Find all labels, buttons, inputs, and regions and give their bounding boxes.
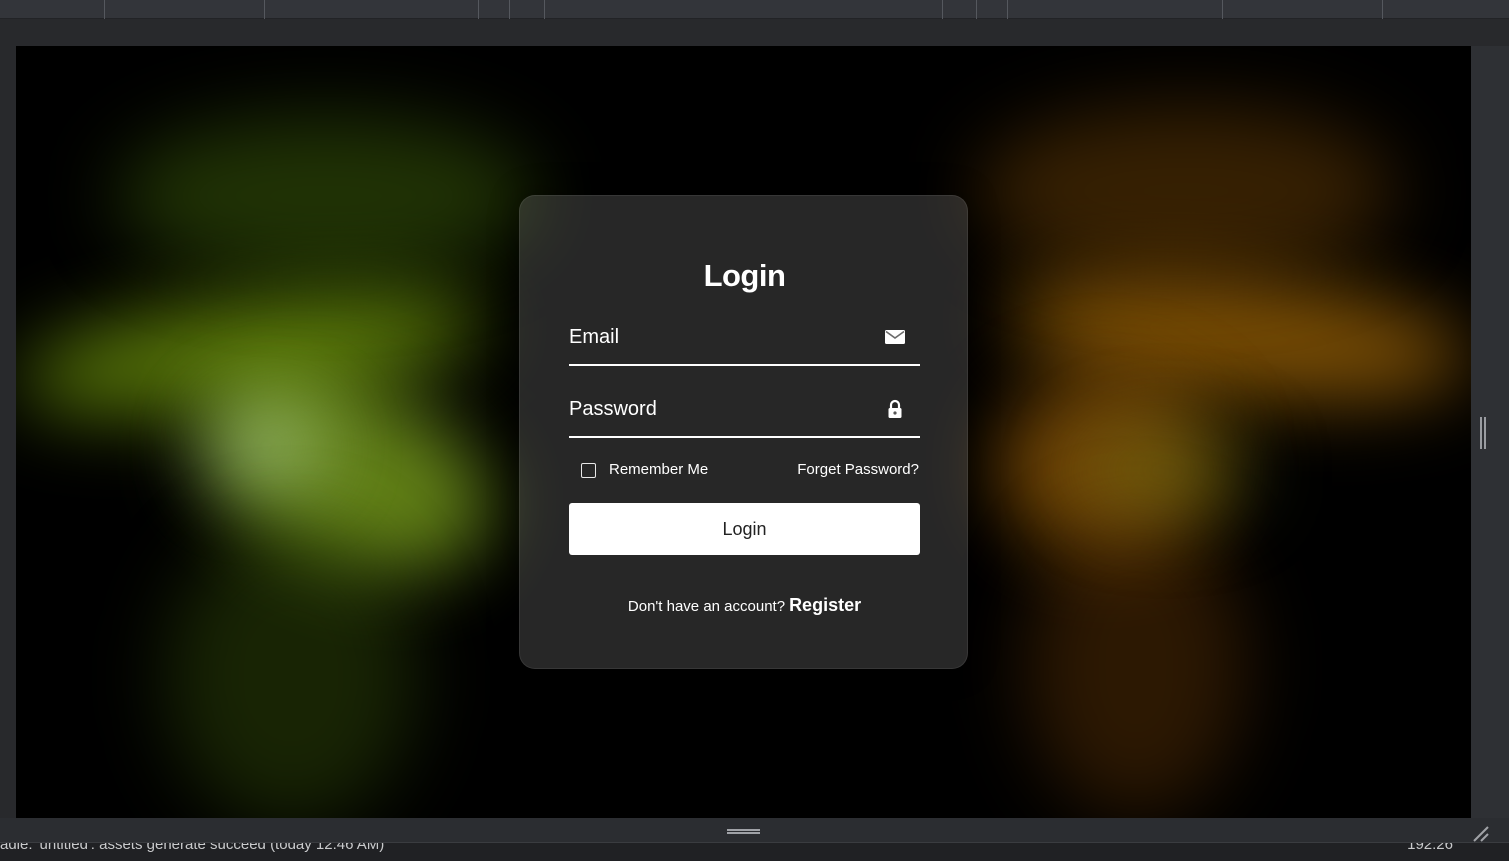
tab[interactable] <box>976 0 1007 19</box>
background-glow-green <box>166 526 416 818</box>
tab[interactable] <box>478 0 509 19</box>
login-title: Login <box>703 258 786 293</box>
login-options-row: Remember Me Forget Password? <box>569 460 920 482</box>
background-glow-olive <box>1076 426 1256 516</box>
tab[interactable] <box>942 0 976 19</box>
tab[interactable] <box>509 0 544 19</box>
remember-me-label[interactable]: Remember Me <box>609 461 708 478</box>
background-glow-green <box>206 406 326 486</box>
lock-icon <box>884 398 906 420</box>
vertical-splitter-handle[interactable] <box>1480 417 1486 449</box>
right-gutter <box>1471 46 1509 818</box>
remember-me-checkbox[interactable] <box>581 463 596 478</box>
envelope-icon <box>884 326 906 348</box>
tab[interactable] <box>104 0 264 19</box>
register-link[interactable]: Register <box>789 595 861 615</box>
tab[interactable] <box>264 0 478 19</box>
email-field[interactable]: Email <box>569 320 920 366</box>
email-placeholder: Email <box>569 326 620 348</box>
status-right-text: 192:26 <box>1407 842 1453 853</box>
background-glow-green <box>116 116 536 276</box>
forgot-password-link[interactable]: Forget Password? <box>797 461 919 478</box>
login-card: Login Email Password Remember Me Forget … <box>519 195 968 669</box>
tab[interactable] <box>544 0 942 19</box>
resize-grip-icon[interactable] <box>1470 823 1494 843</box>
password-placeholder: Password <box>569 398 657 420</box>
login-button[interactable]: Login <box>569 503 920 555</box>
register-row: Don't have an account? Register <box>520 595 969 616</box>
background-glow-orange <box>976 106 1396 276</box>
tab[interactable] <box>1007 0 1222 19</box>
top-tab-strip <box>0 0 1509 19</box>
horizontal-splitter-handle[interactable] <box>727 829 760 834</box>
tab[interactable] <box>1222 0 1382 19</box>
tab[interactable] <box>1382 0 1509 19</box>
password-field[interactable]: Password <box>569 392 920 438</box>
status-message: adle: 'untitled': assets generate succee… <box>0 842 385 853</box>
register-prompt: Don't have an account? <box>627 598 786 615</box>
status-bar: adle: 'untitled': assets generate succee… <box>0 842 1509 861</box>
background-glow-orange <box>1026 516 1246 816</box>
